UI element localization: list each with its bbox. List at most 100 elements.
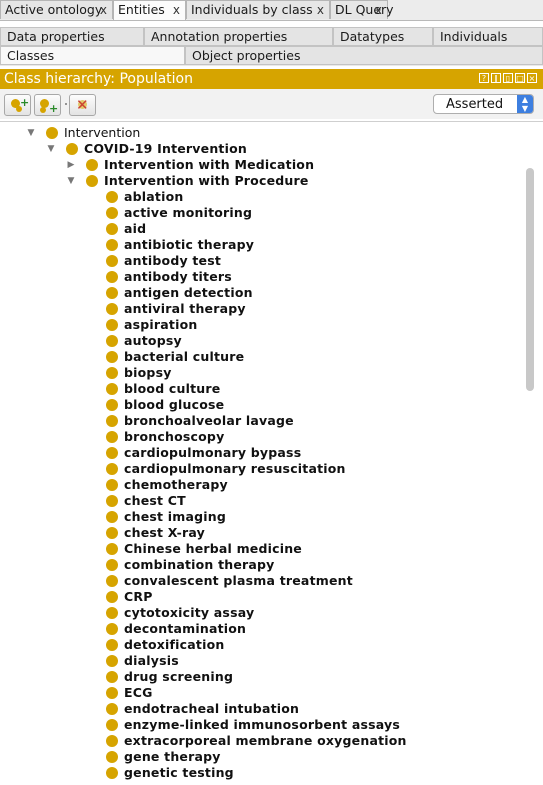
class-icon [106,527,118,539]
node-label: cardiopulmonary resuscitation [124,461,346,476]
add-sibling-class-button[interactable]: + [34,94,61,116]
top-tab-bar: Active ontology x Entities x Individuals… [0,0,543,21]
close-icon[interactable]: x [375,1,382,19]
node-label: chemotherapy [124,477,228,492]
tab-label: Entities [118,2,165,17]
expanded-triangle-icon[interactable]: ▼ [26,125,36,141]
tab-data-properties[interactable]: Data properties [0,27,144,46]
node-label: convalescent plasma treatment [124,573,353,588]
class-icon [106,639,118,651]
class-icon [106,495,118,507]
node-label: Chinese herbal medicine [124,541,302,556]
node-label: gene therapy [124,749,221,764]
tab-object-properties[interactable]: Object properties [185,46,543,65]
node-label: combination therapy [124,557,275,572]
tab-entities[interactable]: Entities x [113,0,186,20]
plus-icon: + [20,96,30,109]
node-label: autopsy [124,333,182,348]
node-label: chest imaging [124,509,226,524]
class-icon [106,399,118,411]
node-label: aspiration [124,317,198,332]
tab-active-ontology[interactable]: Active ontology x [0,0,113,19]
help-icon[interactable]: ? [479,73,489,83]
node-label: COVID-19 Intervention [84,141,247,156]
class-icon [106,447,118,459]
node-label: genetic testing [124,765,234,780]
class-icon [106,367,118,379]
node-label: ECG [124,685,153,700]
node-label: antibody titers [124,269,232,284]
close-icon[interactable]: x [173,1,180,19]
class-icon [106,559,118,571]
tab-annotation-properties[interactable]: Annotation properties [144,27,333,46]
tile-icon[interactable]: ▯ [503,73,513,83]
class-icon [106,335,118,347]
close-icon[interactable]: x [317,1,324,19]
class-hierarchy-header: Class hierarchy: Population ? ‖ ▯ □ × [0,69,543,89]
split-view-icon[interactable]: ‖ [491,73,501,83]
hierarchy-mode-select[interactable]: Asserted ▲ ▼ [433,94,534,114]
class-icon [106,703,118,715]
node-label: Intervention [64,125,141,140]
node-label: bacterial culture [124,349,245,364]
class-icon [106,415,118,427]
tab-classes[interactable]: Classes [0,46,185,65]
tab-individuals-by-class[interactable]: Individuals by class x [186,0,330,19]
node-label: aid [124,221,147,236]
toolbar-separator [65,103,67,105]
node-label: CRP [124,589,153,604]
class-icon [106,671,118,683]
node-label: antigen detection [124,285,253,300]
node-label: chest X-ray [124,525,205,540]
node-label: chest CT [124,493,186,508]
node-label: bronchoscopy [124,429,225,444]
tab-individuals[interactable]: Individuals [433,27,543,46]
node-label: detoxification [124,637,225,652]
node-label: Intervention with Medication [104,157,315,172]
class-icon [40,107,46,113]
node-label: antiviral therapy [124,301,246,316]
tab-dl-query[interactable]: DL Query x [330,0,394,19]
node-label: active monitoring [124,205,253,220]
collapsed-triangle-icon[interactable]: ▶ [66,157,76,173]
class-icon [106,319,118,331]
node-label: antibody test [124,253,222,268]
node-label: bronchoalveolar lavage [124,413,294,428]
chevron-updown-icon: ▲ ▼ [517,95,533,113]
class-icon [106,191,118,203]
class-icon [106,575,118,587]
node-label: enzyme-linked immunosorbent assays [124,717,401,732]
class-hierarchy-tree[interactable]: ▼ Intervention ▼ COVID-19 Intervention ▶… [0,121,543,785]
close-icon[interactable]: x [100,1,107,19]
node-label: endotracheal intubation [124,701,300,716]
class-icon [106,463,118,475]
node-label: cardiopulmonary bypass [124,445,302,460]
node-label: decontamination [124,621,247,636]
class-icon [86,159,98,171]
close-panel-icon[interactable]: × [527,73,537,83]
class-icon [106,687,118,699]
class-icon [66,143,78,155]
expanded-triangle-icon[interactable]: ▼ [46,141,56,157]
class-icon [106,271,118,283]
class-icon [106,303,118,315]
class-icon [106,767,118,779]
expanded-triangle-icon[interactable]: ▼ [66,173,76,189]
class-icon [106,431,118,443]
maximize-icon[interactable]: □ [515,73,525,83]
tab-datatypes[interactable]: Datatypes [333,27,433,46]
entity-tabs: Data properties Annotation properties Da… [0,27,543,66]
node-label: cytotoxicity assay [124,605,255,620]
tab-label: Individuals by class [191,2,313,17]
node-label: Intervention with Procedure [104,173,309,188]
class-icon [106,255,118,267]
node-label: antibiotic therapy [124,237,255,252]
vertical-scrollbar[interactable] [526,168,534,391]
delete-class-button[interactable]: ✕ [69,94,96,116]
delete-icon: ✕ [76,96,89,114]
class-icon [46,127,58,139]
plus-icon: + [49,102,59,115]
node-label: blood glucose [124,397,225,412]
add-subclass-button[interactable]: + [4,94,31,116]
node-label: blood culture [124,381,221,396]
